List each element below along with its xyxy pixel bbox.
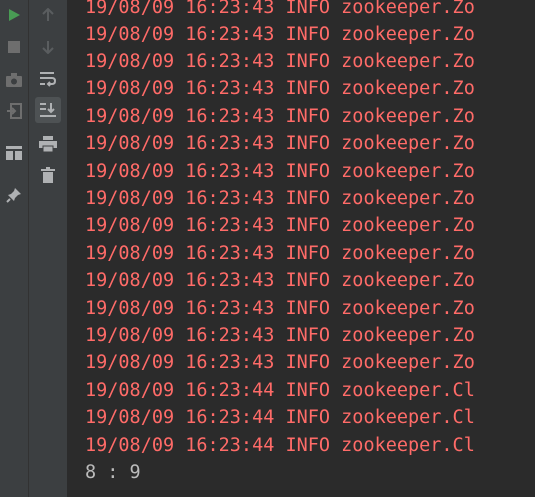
log-line: 19/08/09 16:23:43 INFO zookeeper.Zo <box>85 133 475 154</box>
console-output[interactable]: 19/08/09 16:23:43 INFO zookeeper.Zo 19/0… <box>67 0 535 497</box>
run-console-window: 19/08/09 16:23:43 INFO zookeeper.Zo 19/0… <box>0 0 535 497</box>
log-line: 19/08/09 16:23:43 INFO zookeeper.Zo <box>85 298 475 319</box>
output-line: 8 : 9 <box>85 462 141 483</box>
log-line: 19/08/09 16:23:44 INFO zookeeper.Cl <box>85 407 475 428</box>
trash-icon[interactable] <box>35 162 61 188</box>
log-line: 19/08/09 16:23:43 INFO zookeeper.Zo <box>85 0 475 18</box>
layout-icon[interactable] <box>1 140 27 166</box>
run-toolbar <box>0 0 29 497</box>
log-line: 19/08/09 16:23:43 INFO zookeeper.Zo <box>85 24 475 45</box>
arrow-down-icon[interactable] <box>35 34 61 60</box>
log-line: 19/08/09 16:23:43 INFO zookeeper.Zo <box>85 325 475 346</box>
log-line: 19/08/09 16:23:43 INFO zookeeper.Zo <box>85 243 475 264</box>
camera-icon[interactable] <box>1 67 27 93</box>
print-icon[interactable] <box>35 131 61 157</box>
log-line: 19/08/09 16:23:43 INFO zookeeper.Zo <box>85 215 475 236</box>
console-toolbar <box>29 0 67 497</box>
soft-wrap-icon[interactable] <box>35 66 61 92</box>
log-line: 19/08/09 16:23:43 INFO zookeeper.Zo <box>85 51 475 72</box>
scroll-to-end-icon[interactable] <box>35 97 61 123</box>
log-line: 19/08/09 16:23:44 INFO zookeeper.Cl <box>85 380 475 401</box>
arrow-up-icon[interactable] <box>35 2 61 28</box>
pin-icon[interactable] <box>1 182 27 208</box>
log-line: 19/08/09 16:23:43 INFO zookeeper.Zo <box>85 270 475 291</box>
log-line: 19/08/09 16:23:43 INFO zookeeper.Zo <box>85 78 475 99</box>
run-icon[interactable] <box>1 2 27 28</box>
log-line: 19/08/09 16:23:43 INFO zookeeper.Zo <box>85 161 475 182</box>
stop-icon[interactable] <box>1 34 27 60</box>
log-line: 19/08/09 16:23:43 INFO zookeeper.Zo <box>85 352 475 373</box>
log-line: 19/08/09 16:23:43 INFO zookeeper.Zo <box>85 188 475 209</box>
exit-icon[interactable] <box>1 98 27 124</box>
log-line: 19/08/09 16:23:43 INFO zookeeper.Zo <box>85 106 475 127</box>
log-line: 19/08/09 16:23:44 INFO zookeeper.Cl <box>85 435 475 456</box>
